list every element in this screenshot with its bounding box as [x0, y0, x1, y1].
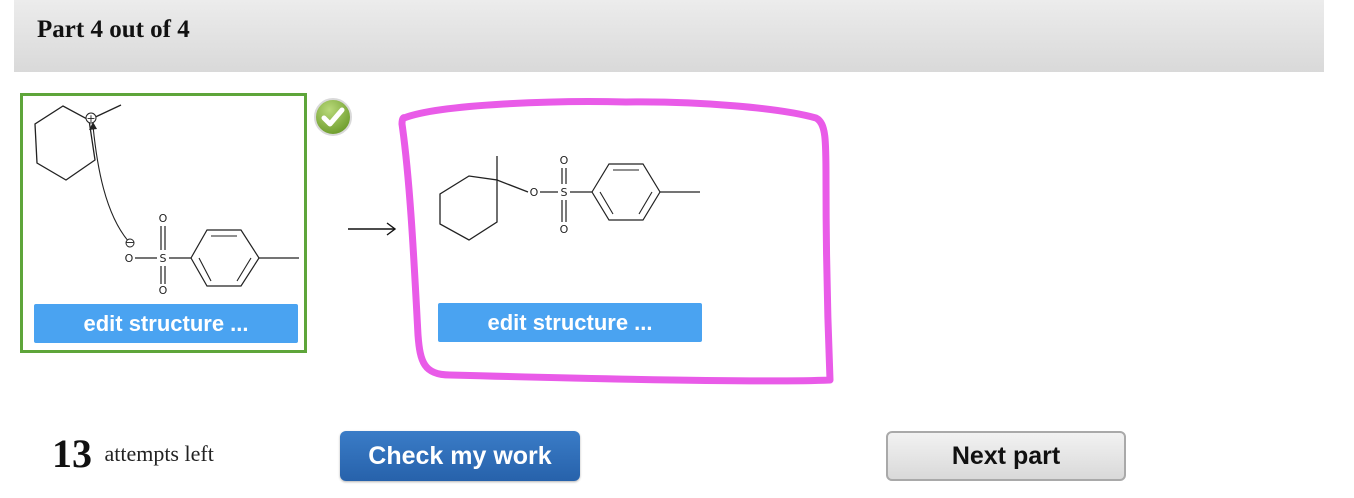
oxygen-bottom-atom: O [159, 284, 168, 297]
oxygen-bottom-atom: O [560, 223, 569, 236]
attempts-label: attempts left [104, 440, 214, 466]
attempts-indicator: 13 attempts left [52, 430, 214, 480]
edit-structure-button-product[interactable]: edit structure ... [438, 303, 702, 342]
part-title: Part 4 out of 4 [37, 16, 190, 43]
oxide-atom: O [125, 252, 134, 265]
check-my-work-button[interactable]: Check my work [340, 431, 580, 481]
part-header: Part 4 out of 4 [14, 0, 1324, 72]
oxygen-link-atom: O [530, 186, 539, 199]
sulfur-atom: S [561, 186, 568, 199]
oxide-charge: − [125, 236, 134, 249]
oxygen-top-atom: O [159, 212, 168, 225]
carbocation-charge: + [86, 112, 95, 125]
right-arrow-icon [348, 222, 397, 236]
edit-structure-button-reactant[interactable]: edit structure ... [34, 304, 298, 343]
sulfur-atom: S [160, 252, 167, 265]
attempts-count: 13 [52, 431, 92, 476]
oxygen-top-atom: O [560, 154, 569, 167]
next-part-button[interactable]: Next part [886, 431, 1126, 481]
check-icon [314, 98, 352, 136]
